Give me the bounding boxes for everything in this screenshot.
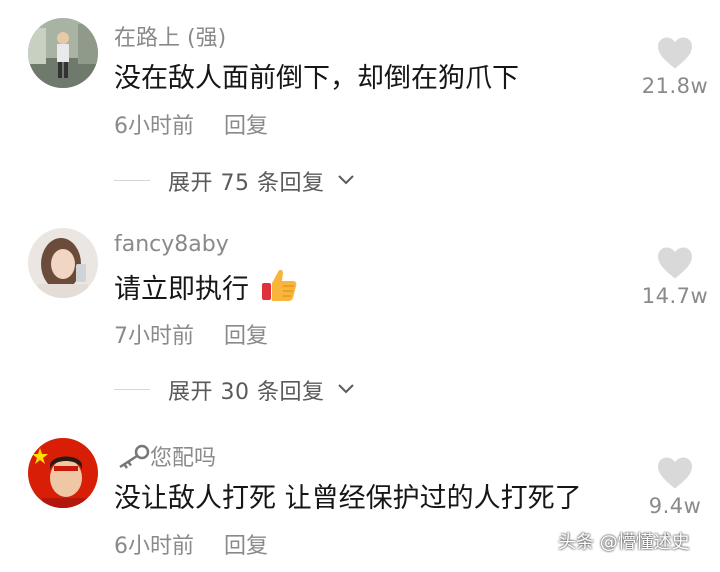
chevron-down-icon — [338, 175, 354, 185]
chevron-down-icon — [338, 384, 354, 394]
heart-icon — [658, 457, 692, 489]
username[interactable]: 在路上 (强) — [114, 20, 226, 52]
timestamp: 6小时前 — [114, 114, 194, 139]
thumbs-up-icon — [261, 269, 296, 301]
watermark: 头条 @懵懂述史 — [558, 532, 690, 553]
like-button[interactable]: 21.8w — [635, 36, 715, 98]
comment-text: 没在敌人面前倒下，却倒在狗爪下 — [114, 63, 519, 94]
heart-icon — [658, 247, 692, 279]
comment-text: 没让敌人打死 让曾经保护过的人打死了 — [114, 483, 582, 514]
username-text: 您配吗 — [150, 446, 217, 471]
like-count: 9.4w — [648, 494, 702, 518]
comment-meta: 6小时前 回复 — [114, 528, 268, 560]
like-count: 21.8w — [641, 74, 709, 98]
username[interactable]: 您配吗 — [116, 440, 216, 472]
reply-button[interactable]: 回复 — [224, 534, 268, 559]
like-button[interactable]: 14.7w — [635, 246, 715, 308]
expand-replies-label: 展开 30 条回复 — [168, 380, 325, 405]
like-count: 14.7w — [641, 284, 709, 308]
avatar[interactable] — [28, 438, 98, 508]
comment-meta: 7小时前 回复 — [114, 318, 268, 350]
timestamp: 7小时前 — [114, 324, 194, 349]
comment-text-body: 请立即执行 — [114, 274, 249, 305]
reply-button[interactable]: 回复 — [224, 324, 268, 349]
comment-text: 请立即执行 — [114, 266, 300, 306]
expand-replies[interactable]: 展开 75 条回复 — [114, 165, 374, 196]
username[interactable]: fancy8aby — [114, 232, 229, 257]
like-button[interactable]: 9.4w — [635, 456, 715, 518]
expand-replies-label: 展开 75 条回复 — [168, 171, 325, 196]
key-icon — [119, 444, 150, 469]
divider — [114, 180, 150, 181]
avatar[interactable] — [28, 18, 98, 88]
timestamp: 6小时前 — [114, 534, 194, 559]
comment-meta: 6小时前 回复 — [114, 108, 268, 140]
reply-button[interactable]: 回复 — [224, 114, 268, 139]
heart-icon — [658, 37, 692, 69]
avatar[interactable] — [28, 228, 98, 298]
divider — [114, 389, 150, 390]
expand-replies[interactable]: 展开 30 条回复 — [114, 374, 374, 405]
